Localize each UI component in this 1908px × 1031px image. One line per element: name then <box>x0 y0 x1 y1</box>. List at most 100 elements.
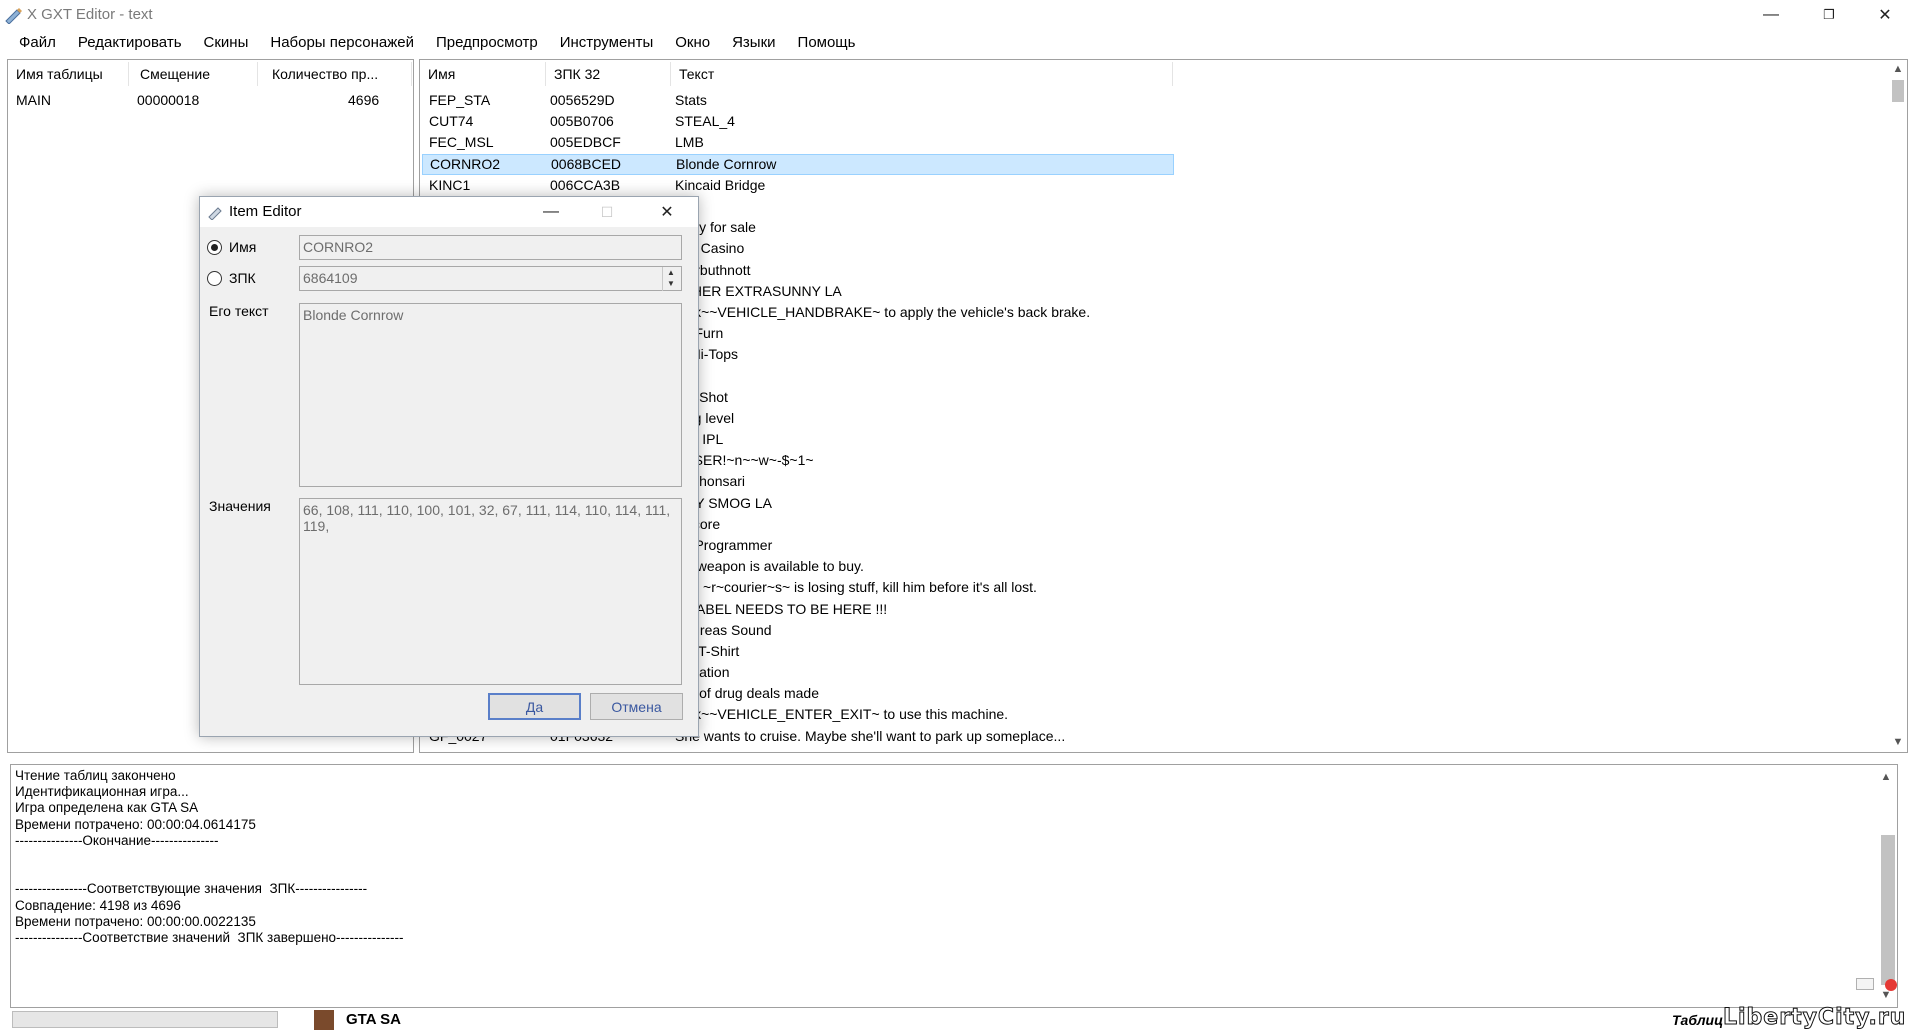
cancel-button[interactable]: Отмена <box>590 693 683 720</box>
log-output[interactable]: Чтение таблиц закончено Идентификационная… <box>10 764 1898 1008</box>
table-count-cell: 4696 <box>348 92 380 108</box>
entry-crc-cell: 0056529D <box>550 92 615 108</box>
error-indicator-icon <box>1885 979 1897 991</box>
log-line: ----------------Соответствующие значения… <box>15 881 368 897</box>
text-label: Его текст <box>209 303 269 319</box>
entry-name-cell: CORNRO2 <box>430 155 501 172</box>
dialog-minimize-button[interactable]: — <box>528 197 574 227</box>
progress-bar <box>12 1011 278 1028</box>
restore-button[interactable]: ❐ <box>1806 0 1852 30</box>
entry-text-cell: s ~k~~VEHICLE_HANDBRAKE~ to apply the ve… <box>675 303 1091 320</box>
scroll-up-arrow-icon[interactable]: ▲ <box>1877 769 1895 785</box>
column-separator[interactable] <box>411 62 412 86</box>
menu-item[interactable]: Помощь <box>787 32 867 56</box>
table-row[interactable]: FEP_STA 0056529D Stats <box>420 90 1888 111</box>
scrollbar-thumb[interactable] <box>1892 80 1904 102</box>
entry-text-cell: ATHER EXTRASUNNY LA <box>675 282 842 299</box>
log-line: Времени потрачено: 00:00:04.0614175 <box>15 816 256 832</box>
entry-text-cell: STEAL_4 <box>675 113 735 130</box>
column-separator[interactable] <box>257 62 258 86</box>
entry-text-cell: She wants to cruise. Maybe she'll want t… <box>675 727 1066 744</box>
column-header-text[interactable]: Текст <box>679 66 714 82</box>
entry-crc-cell: 005EDBCF <box>550 134 621 151</box>
entry-text-cell: s ~k~~VEHICLE_ENTER_EXIT~ to use this ma… <box>675 706 1009 723</box>
column-header-count[interactable]: Количество пр... <box>272 66 378 82</box>
log-line: Чтение таблиц закончено <box>15 768 176 783</box>
entry-text-cell: Kincaid Bridge <box>675 176 766 193</box>
scrollbar-thumb[interactable] <box>1881 835 1895 985</box>
ok-button[interactable]: Да <box>488 693 581 720</box>
entry-name-cell: FEC_MSL <box>429 134 494 151</box>
column-header-crc32[interactable]: ЗПК 32 <box>554 66 600 82</box>
menu-item[interactable]: Окно <box>664 32 721 56</box>
log-line: Совпадение: 4198 из 4696 <box>15 897 181 913</box>
pencil-app-icon <box>5 8 22 24</box>
crc-radio[interactable] <box>207 271 222 286</box>
menu-item[interactable]: Скины <box>193 32 260 56</box>
log-scrollbar[interactable]: ▲ ▼ <box>1877 765 1897 1007</box>
entry-crc-cell: 006CCA3B <box>550 176 621 193</box>
entry-name-cell: FEP_STA <box>429 92 491 108</box>
entry-text-cell: ew weapon is available to buy. <box>675 558 864 575</box>
menu-item[interactable]: Редактировать <box>67 32 193 56</box>
column-separator[interactable] <box>1172 62 1173 86</box>
dialog-title: Item Editor <box>229 203 302 220</box>
game-icon <box>314 1010 334 1030</box>
log-line: ---------------Соответствие значений ЗПК… <box>15 929 404 945</box>
log-line: ---------------Окончание--------------- <box>15 832 219 848</box>
crc-stepper[interactable]: 6864109 <box>299 266 682 291</box>
table-row[interactable]: CORNRO2 0068BCED Blonde Cornrow <box>422 153 1174 175</box>
values-area[interactable]: 66, 108, 111, 110, 100, 101, 32, 67, 111… <box>299 498 682 685</box>
message-icon[interactable] <box>1856 978 1874 990</box>
menu-item[interactable]: Языки <box>721 32 786 56</box>
entry-name-cell: CUT74 <box>429 113 474 130</box>
log-line: Идентификационная игра... <box>15 784 189 800</box>
column-header-offset[interactable]: Смещение <box>140 66 210 82</box>
stepper-arrows-icon[interactable]: ▲ ▼ <box>662 267 679 291</box>
menu-item[interactable]: Предпросмотр <box>425 32 549 56</box>
column-header-table-name[interactable]: Имя таблицы <box>16 66 103 82</box>
dialog-maximize-button: ☐ <box>600 203 614 220</box>
entry-text-cell: LMB <box>675 134 704 151</box>
menu-item[interactable]: Инструменты <box>549 32 665 56</box>
table-row[interactable]: KINC1 006CCA3B Kincaid Bridge <box>420 175 1888 196</box>
log-text: Чтение таблиц закончено Идентификационная… <box>15 768 403 946</box>
title-bar: X GXT Editor - text — ❐ ✕ <box>0 0 1908 30</box>
table-row[interactable]: CUT74 005B0706 STEAL_4 <box>420 111 1888 132</box>
entry-text-cell: The ~r~courier~s~ is losing stuff, kill … <box>675 579 1037 596</box>
status-bar <box>0 1009 1908 1031</box>
name-field[interactable]: CORNRO2 <box>299 235 682 260</box>
table-row[interactable]: FEC_MSL 005EDBCF LMB <box>420 132 1888 153</box>
column-separator[interactable] <box>128 62 129 86</box>
entry-text-cell: S LABEL NEEDS TO BE HERE !!! <box>675 600 888 617</box>
dialog-title-bar[interactable]: Item Editor — ☐ ✕ <box>200 197 698 227</box>
column-separator[interactable] <box>670 62 671 86</box>
item-editor-dialog: Item Editor — ☐ ✕ Имя CORNRO2 ЗПК 686410… <box>199 196 699 737</box>
entry-text-cell: Stats <box>675 92 707 108</box>
entry-crc-cell: 005B0706 <box>550 113 614 130</box>
entry-text-cell: Blonde Cornrow <box>676 155 777 172</box>
column-separator[interactable] <box>545 62 546 86</box>
menu-item[interactable]: Наборы персонажей <box>259 32 425 56</box>
name-label: Имя <box>229 239 257 255</box>
log-line: Времени потрачено: 00:00:00.0022135 <box>15 913 256 929</box>
close-button[interactable]: ✕ <box>1862 0 1908 30</box>
scroll-up-arrow-icon[interactable]: ▲ <box>1889 61 1907 77</box>
minimize-button[interactable]: — <box>1748 0 1794 30</box>
scroll-down-arrow-icon[interactable]: ▼ <box>1889 734 1907 750</box>
menu-item[interactable]: Файл <box>8 32 67 56</box>
dialog-close-button[interactable]: ✕ <box>644 197 690 227</box>
text-area[interactable]: Blonde Cornrow <box>299 303 682 487</box>
entries-scrollbar[interactable]: ▲ ▼ <box>1889 60 1907 752</box>
crc-label: ЗПК <box>229 270 256 286</box>
game-label: GTA SA <box>346 1011 401 1028</box>
window-title: X GXT Editor - text <box>27 6 153 23</box>
name-radio[interactable] <box>207 240 222 255</box>
column-header-name[interactable]: Имя <box>428 66 455 82</box>
entry-name-cell: KINC1 <box>429 176 471 193</box>
table-status-label: Таблиц <box>1672 1012 1724 1028</box>
values-label: Значения <box>209 498 271 514</box>
watermark: LibertyCity.ru <box>1722 1005 1907 1031</box>
